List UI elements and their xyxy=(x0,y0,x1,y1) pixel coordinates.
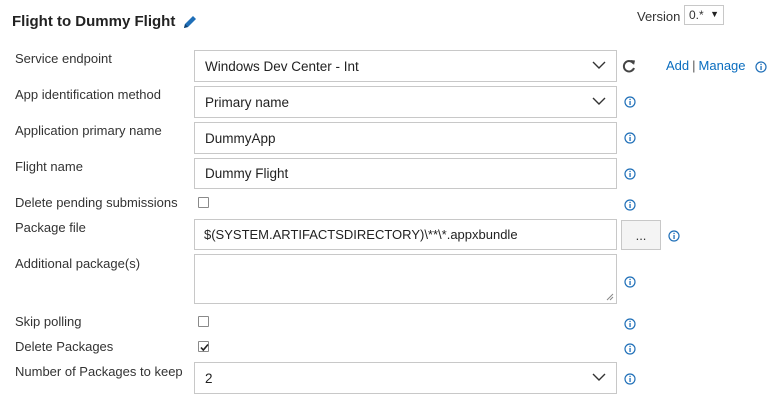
link-separator: | xyxy=(692,58,696,73)
task-title: Flight to Dummy Flight xyxy=(12,13,176,30)
info-icon[interactable] xyxy=(624,276,636,288)
skip-polling-label: Skip polling xyxy=(15,314,82,329)
version-select[interactable]: 0.* ▼ xyxy=(684,5,724,25)
info-icon[interactable] xyxy=(624,318,636,330)
app-id-method-value: Primary name xyxy=(205,94,290,110)
caret-down-icon: ▼ xyxy=(710,9,719,19)
app-primary-name-input[interactable]: DummyApp xyxy=(194,122,617,154)
info-icon[interactable] xyxy=(624,132,636,144)
service-endpoint-value: Windows Dev Center - Int xyxy=(205,58,359,74)
service-endpoint-select[interactable]: Windows Dev Center - Int xyxy=(194,50,617,82)
browse-button[interactable]: ... xyxy=(621,220,661,250)
info-icon[interactable] xyxy=(755,61,767,73)
flight-name-value: Dummy Flight xyxy=(205,166,289,181)
resize-grip-icon[interactable] xyxy=(606,293,614,301)
info-icon[interactable] xyxy=(624,96,636,108)
chevron-down-icon xyxy=(592,97,606,105)
flight-name-input[interactable]: Dummy Flight xyxy=(194,158,617,189)
app-id-method-select[interactable]: Primary name xyxy=(194,86,617,118)
skip-polling-checkbox[interactable] xyxy=(198,316,209,327)
chevron-down-icon xyxy=(592,61,606,69)
checkmark-icon xyxy=(200,343,209,352)
info-icon[interactable] xyxy=(624,168,636,180)
app-id-method-label: App identification method xyxy=(15,87,161,102)
info-icon[interactable] xyxy=(668,230,680,242)
package-file-value: $(SYSTEM.ARTIFACTSDIRECTORY)\**\*.appxbu… xyxy=(204,227,518,242)
packages-to-keep-value: 2 xyxy=(205,370,213,386)
delete-packages-label: Delete Packages xyxy=(15,339,114,354)
manage-endpoint-link[interactable]: Manage xyxy=(699,58,746,73)
flight-name-label: Flight name xyxy=(15,159,83,174)
packages-to-keep-select[interactable]: 2 xyxy=(194,362,617,394)
package-file-label: Package file xyxy=(15,220,86,235)
app-primary-name-label: Application primary name xyxy=(15,123,162,138)
package-file-input[interactable]: $(SYSTEM.ARTIFACTSDIRECTORY)\**\*.appxbu… xyxy=(194,219,617,250)
chevron-down-icon xyxy=(592,373,606,381)
endpoint-links: Add | Manage xyxy=(666,58,746,73)
service-endpoint-label: Service endpoint xyxy=(15,51,112,66)
additional-packages-label: Additional package(s) xyxy=(15,256,141,271)
info-icon[interactable] xyxy=(624,343,636,355)
refresh-icon[interactable] xyxy=(621,58,637,74)
info-icon[interactable] xyxy=(624,199,636,211)
delete-pending-checkbox[interactable] xyxy=(198,197,209,208)
delete-pending-label: Delete pending submissions xyxy=(15,195,178,210)
info-icon[interactable] xyxy=(624,373,636,385)
version-label: Version xyxy=(637,9,681,24)
app-primary-name-value: DummyApp xyxy=(205,130,276,146)
packages-to-keep-label: Number of Packages to keep xyxy=(15,364,183,379)
version-value: 0.* xyxy=(689,8,704,22)
delete-packages-checkbox[interactable] xyxy=(198,341,209,352)
pencil-icon[interactable] xyxy=(182,14,198,30)
add-endpoint-link[interactable]: Add xyxy=(666,58,689,73)
additional-packages-textarea[interactable] xyxy=(194,254,617,304)
